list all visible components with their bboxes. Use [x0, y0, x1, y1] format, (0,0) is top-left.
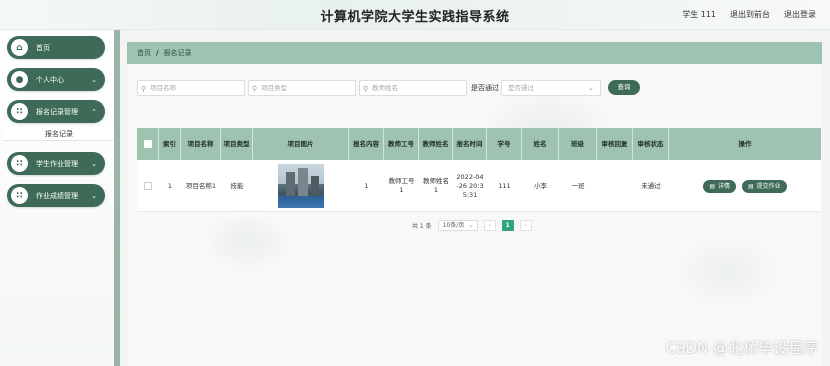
chevron-up-icon: ⌃ [91, 107, 97, 116]
sidebar-item-student-homework[interactable]: ∷ 学生作业管理 ⌄ [7, 152, 105, 175]
cell-actions: ▤ 详情 ▤ 提交作业 [669, 160, 821, 212]
search-icon: ⚲ [141, 85, 147, 93]
document-icon: ▤ [709, 182, 715, 190]
chevron-down-icon: ⌄ [91, 159, 97, 168]
main-content: 首页 / 报名记录 ⚲ 项目名称 ⚲ 项目类型 ⚲ 教师姓名 是否通过 是否通过… [127, 42, 822, 366]
chevron-down-icon: ⌄ [468, 221, 474, 229]
sidebar: ⌂ 首页 ● 个人中心 ⌄ ∷ 报名记录管理 ⌃ 报名记录 ∷ 学生作业管理 ⌄… [0, 30, 120, 366]
table-header: 索引 项目名称 项目类型 项目图片 报名内容 教师工号 教师姓名 报名时间 学号… [137, 128, 821, 160]
project-image[interactable] [278, 164, 324, 208]
cell-index: 1 [167, 181, 173, 190]
col-project-image: 项目图片 [253, 128, 349, 160]
project-name-placeholder: 项目名称 [150, 84, 176, 92]
prev-page-button[interactable]: ‹ [483, 219, 496, 231]
project-name-input[interactable]: ⚲ 项目名称 [137, 80, 245, 96]
table-row: 1 项目名称1 技能 1 教师工号1 教师姓名1 2022-04-26 20:3… [137, 160, 821, 212]
col-project-type: 项目类型 [221, 128, 253, 160]
breadcrumb-separator: / [156, 49, 159, 57]
col-signup-content: 报名内容 [349, 128, 384, 160]
cell-signup-content: 1 [364, 181, 369, 190]
cell-project-image [253, 160, 349, 212]
top-links: 学生 111 退出到前台 退出登录 [682, 9, 816, 20]
top-bar: 计算机学院大学生实践指导系统 学生 111 退出到前台 退出登录 [0, 0, 830, 30]
cell-project-name: 项目名称1 [185, 181, 217, 190]
teacher-name-input[interactable]: ⚲ 教师姓名 [359, 80, 467, 96]
page-size-value: 10条/页 [442, 221, 465, 229]
watermark: CSDN @北桥毕设程序 [665, 339, 818, 357]
current-user: 学生 111 [682, 10, 716, 19]
col-student-id: 学号 [487, 128, 522, 160]
current-page-button[interactable]: 1 [501, 219, 514, 231]
next-page-button[interactable]: › [519, 219, 532, 231]
row-select-cell [137, 160, 159, 212]
col-class: 班级 [559, 128, 597, 160]
detail-button[interactable]: ▤ 详情 [703, 179, 736, 193]
col-teacher-name: 教师姓名 [419, 128, 453, 160]
submit-homework-label: 提交作业 [756, 182, 781, 190]
sidebar-item-label: 作业成绩管理 [36, 191, 78, 200]
col-signup-time: 报名时间 [453, 128, 487, 160]
sidebar-item-personal-center[interactable]: ● 个人中心 ⌄ [7, 68, 105, 91]
select-all-checkbox[interactable] [143, 140, 152, 148]
cell-student-name: 小李 [534, 181, 547, 190]
sidebar-item-label: 个人中心 [36, 75, 64, 84]
approved-label: 是否通过 [471, 84, 499, 92]
teacher-name-placeholder: 教师姓名 [372, 84, 398, 92]
grid-icon: ∷ [11, 187, 28, 204]
person-icon: ● [11, 71, 28, 88]
cell-project-type: 技能 [230, 181, 244, 190]
chevron-down-icon: ⌄ [588, 84, 594, 92]
grid-icon: ∷ [11, 103, 28, 120]
sidebar-item-label: 首页 [36, 43, 50, 52]
cell-student-id: 111 [498, 181, 511, 190]
col-review-reply: 审核回复 [597, 128, 633, 160]
pagination-total: 共 1 条 [412, 222, 432, 230]
submit-homework-button[interactable]: ▤ 提交作业 [742, 179, 787, 193]
col-project-name: 项目名称 [181, 128, 221, 160]
breadcrumb-current: 报名记录 [163, 49, 192, 57]
query-button[interactable]: 查询 [608, 80, 640, 95]
sidebar-item-signup-records[interactable]: ∷ 报名记录管理 ⌃ [7, 100, 105, 123]
approved-placeholder: 是否通过 [508, 84, 534, 92]
sidebar-item-label: 学生作业管理 [36, 159, 78, 168]
cell-signup-time: 2022-04-26 20:35:31 [456, 172, 484, 199]
page-size-select[interactable]: 10条/页 ⌄ [437, 219, 478, 231]
chevron-down-icon: ⌄ [91, 191, 97, 200]
search-icon: ⚲ [363, 85, 369, 93]
pagination: 共 1 条 10条/页 ⌄ ‹ 1 › [412, 219, 532, 231]
sidebar-item-home[interactable]: ⌂ 首页 [7, 36, 105, 59]
col-student-name: 姓名 [522, 128, 559, 160]
logout-link[interactable]: 退出登录 [784, 9, 816, 20]
project-type-placeholder: 项目类型 [261, 84, 287, 92]
row-checkbox[interactable] [144, 182, 152, 190]
col-index: 索引 [159, 128, 181, 160]
cell-teacher-id: 教师工号1 [388, 177, 415, 194]
breadcrumb-home[interactable]: 首页 [137, 48, 151, 58]
home-icon: ⌂ [11, 39, 28, 56]
col-actions: 操作 [738, 139, 752, 148]
document-icon: ▤ [748, 182, 754, 190]
sidebar-item-label: 报名记录管理 [36, 107, 78, 116]
select-all-cell [137, 128, 159, 160]
chevron-down-icon: ⌄ [91, 75, 97, 84]
cell-teacher-name: 教师姓名1 [423, 177, 449, 194]
grid-icon: ∷ [11, 155, 28, 172]
cell-review-reply [597, 160, 633, 212]
col-teacher-id: 教师工号 [384, 128, 419, 160]
submenu-item-signup-record[interactable]: 报名记录 [4, 127, 114, 141]
detail-button-label: 详情 [717, 182, 730, 190]
breadcrumb: 首页 / 报名记录 [127, 42, 822, 64]
search-bar: ⚲ 项目名称 ⚲ 项目类型 ⚲ 教师姓名 是否通过 是否通过 ⌄ 查询 [137, 80, 817, 96]
project-type-input[interactable]: ⚲ 项目类型 [248, 80, 356, 96]
approved-select[interactable]: 是否通过 ⌄ [501, 80, 601, 96]
cell-review-status: 未通过 [641, 181, 661, 190]
records-table: 索引 项目名称 项目类型 项目图片 报名内容 教师工号 教师姓名 报名时间 学号… [137, 128, 821, 212]
back-to-front-link[interactable]: 退出到前台 [730, 9, 770, 20]
sidebar-item-homework-scores[interactable]: ∷ 作业成绩管理 ⌄ [7, 184, 105, 207]
col-review-status: 审核状态 [633, 128, 669, 160]
search-icon: ⚲ [252, 85, 258, 93]
cell-class: 一班 [571, 181, 585, 190]
